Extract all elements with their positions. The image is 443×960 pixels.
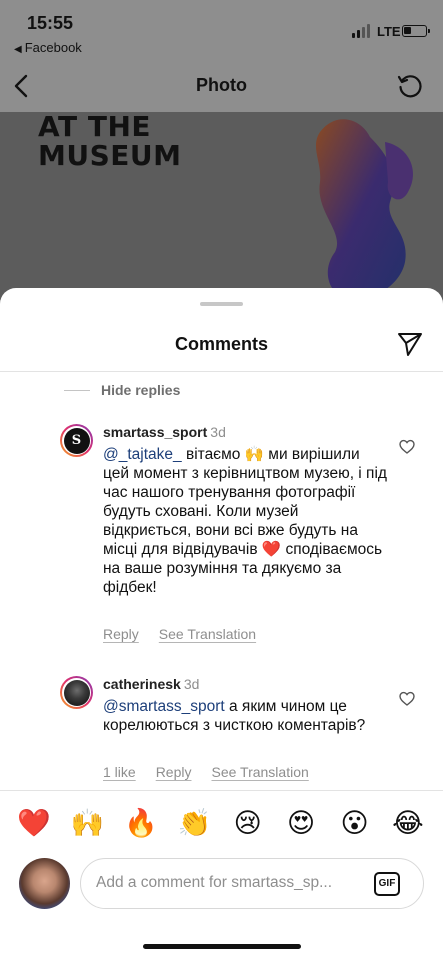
status-bar: 15:55 ◀ Facebook LTE (0, 0, 443, 60)
divider (0, 790, 443, 791)
emoji-heart-eyes-button[interactable]: 😍 (283, 806, 319, 842)
comment-mention[interactable]: @smartass_sport (103, 698, 225, 715)
post-photo: AT THE MUSEUM (0, 112, 443, 300)
page-title: Photo (196, 75, 247, 95)
battery-icon (402, 25, 430, 37)
photo-caption-text: AT THE MUSEUM (38, 112, 182, 170)
emoji-heart-button[interactable]: ❤️ (16, 806, 52, 842)
comment-username[interactable]: smartass_sport (103, 424, 207, 440)
comments-sheet: Comments Hide replies S smartass_sport 3d… (0, 288, 443, 960)
share-send-icon[interactable] (396, 330, 424, 358)
comment-input[interactable]: Add a comment for smartass_sp... GIF (80, 858, 424, 909)
avatar-letter: S (63, 427, 90, 454)
comment-header: smartass_sport 3d (103, 424, 226, 440)
avatar[interactable] (60, 676, 93, 709)
emoji-clap-button[interactable]: 👏 (176, 806, 212, 842)
comment-time: 3d (183, 676, 200, 692)
photo-text-line1: AT THE (38, 112, 152, 143)
nav-bar: Photo (0, 64, 443, 110)
like-heart-icon[interactable] (399, 439, 415, 455)
comment-username[interactable]: catherinesk (103, 676, 181, 692)
comment-header: catherinesk 3d (103, 676, 199, 692)
likes-count-button[interactable]: 1 like (103, 764, 136, 780)
refresh-icon[interactable] (396, 72, 424, 100)
emoji-fire-button[interactable]: 🔥 (123, 806, 159, 842)
see-translation-button[interactable]: See Translation (159, 626, 256, 642)
avatar[interactable]: S (60, 424, 93, 457)
emoji-laughing-button[interactable]: 😂 (390, 806, 426, 842)
status-time: 15:55 (27, 13, 74, 33)
comment-item: S smartass_sport 3d @_tajtake_ вітаємо 🙌 … (0, 424, 443, 644)
photo-text-line2: MUSEUM (38, 139, 182, 172)
comment-time: 3d (210, 424, 226, 440)
comment-input-placeholder: Add a comment for smartass_sp... (96, 874, 333, 891)
emoji-crying-button[interactable]: 😢 (230, 806, 266, 842)
quick-emoji-bar: ❤️ 🙌 🔥 👏 😢 😍 😮 😂 (16, 806, 426, 842)
comment-text: @_tajtake_ вітаємо 🙌 ми вирішили цей мом… (103, 445, 388, 597)
background-page: 15:55 ◀ Facebook LTE Photo AT THE MUSEUM (0, 0, 443, 300)
sheet-title: Comments (174, 334, 268, 354)
back-triangle-icon: ◀ (14, 44, 22, 55)
comment-actions: Reply See Translation (103, 626, 256, 642)
comment-body: вітаємо 🙌 ми вирішили цей момент з керів… (103, 446, 387, 596)
see-translation-button[interactable]: See Translation (211, 764, 308, 780)
emoji-raised-hands-button[interactable]: 🙌 (69, 806, 105, 842)
comment-text: @smartass_sport а яким чином це корелюют… (103, 697, 388, 735)
gif-button[interactable]: GIF (374, 872, 400, 896)
emoji-surprised-button[interactable]: 😮 (337, 806, 373, 842)
comment-item: catherinesk 3d @smartass_sport а яким чин… (0, 676, 443, 786)
back-app-label: Facebook (24, 40, 82, 55)
cellular-signal-icon (352, 24, 372, 38)
hide-replies-label: Hide replies (101, 382, 181, 398)
home-indicator (143, 944, 301, 949)
back-to-app-link[interactable]: ◀ Facebook (14, 40, 82, 55)
sheet-grabber[interactable] (200, 302, 243, 306)
reply-button[interactable]: Reply (156, 764, 192, 780)
hide-replies-button[interactable]: Hide replies (64, 381, 180, 399)
photo-figure-art (316, 119, 414, 300)
network-type: LTE (377, 24, 401, 39)
like-heart-icon[interactable] (399, 691, 415, 707)
divider (0, 371, 443, 372)
reply-button[interactable]: Reply (103, 626, 139, 642)
my-avatar (19, 858, 70, 909)
comment-actions: 1 like Reply See Translation (103, 764, 309, 780)
battery-level (404, 27, 411, 34)
comment-mention[interactable]: @_tajtake_ (103, 446, 182, 463)
replies-line (64, 389, 90, 391)
avatar-photo (63, 679, 90, 706)
